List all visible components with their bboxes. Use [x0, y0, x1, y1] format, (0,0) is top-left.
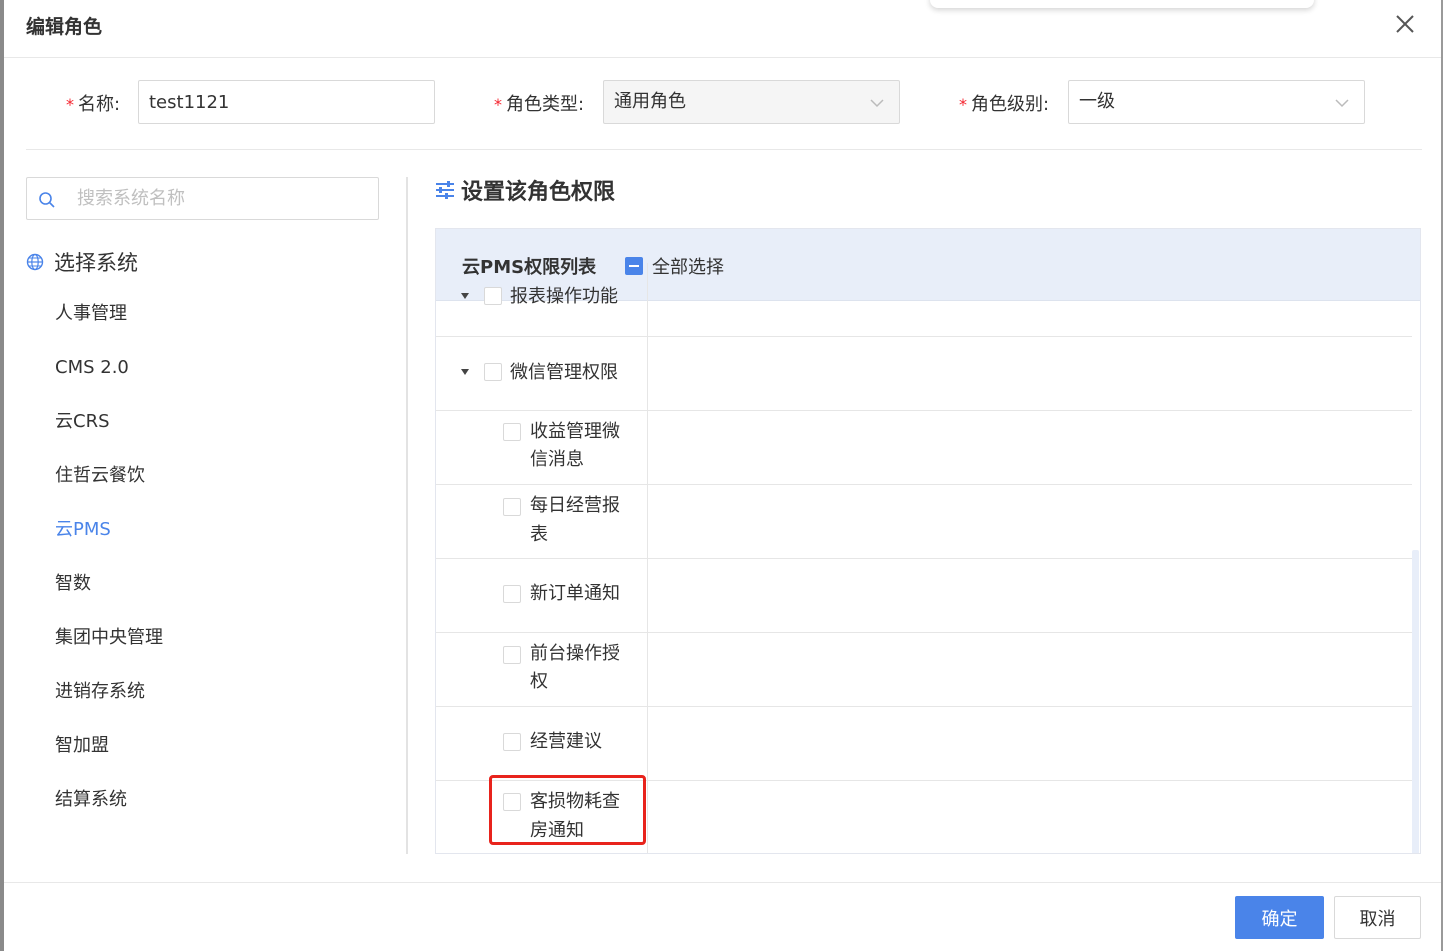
permission-label-cont: 信消息 — [530, 449, 584, 470]
permission-label: 经营建议 — [530, 731, 602, 752]
caret-down-icon[interactable] — [461, 369, 469, 375]
system-list: 人事管理 CMS 2.0 云CRS 住哲云餐饮 云PMS 智数 集团中央管理 进… — [55, 301, 163, 841]
system-item-settlement[interactable]: 结算系统 — [55, 787, 163, 841]
system-search-input[interactable] — [77, 178, 367, 219]
permission-panel: 设置该角色权限 云PMS权限列表 全部选择 报表操作功能 微信管理权限 收益管理… — [435, 170, 1421, 860]
required-mark: * — [959, 95, 967, 114]
role-type-select[interactable]: 通用角色 — [603, 80, 900, 124]
required-mark: * — [66, 95, 74, 114]
role-type-label: * 角色类型: — [494, 94, 585, 115]
system-item-pms[interactable]: 云PMS — [55, 517, 163, 571]
backdrop-edge-left — [0, 0, 4, 951]
permission-label: 收益管理微 — [530, 421, 620, 442]
table-row: 收益管理微 信消息 — [436, 411, 1412, 485]
system-item-catering[interactable]: 住哲云餐饮 — [55, 463, 163, 517]
system-item-zhishu[interactable]: 智数 — [55, 571, 163, 625]
permission-label-cont: 表 — [530, 524, 548, 545]
form-divider — [26, 149, 1422, 150]
dialog-header: 编辑角色 — [4, 0, 1441, 58]
required-mark: * — [494, 95, 502, 114]
panel-divider — [406, 177, 408, 854]
globe-icon — [26, 253, 44, 271]
cancel-button[interactable]: 取消 — [1334, 896, 1421, 939]
permission-label-cont: 权 — [530, 671, 548, 692]
edit-role-dialog: 编辑角色 *名称: *角色类型: 通用角色 *角色级别: 一级 — [0, 0, 1443, 951]
close-icon — [1396, 15, 1414, 33]
table-row: 经营建议 — [436, 707, 1412, 781]
table-row: 每日经营报 表 — [436, 485, 1412, 559]
checkbox[interactable] — [503, 585, 521, 603]
chevron-down-icon — [1335, 99, 1349, 108]
checkbox[interactable] — [503, 646, 521, 664]
permission-group-label: 微信管理权限 — [510, 362, 618, 383]
system-heading: 选择系统 — [26, 249, 138, 275]
sliders-icon — [436, 181, 454, 199]
system-item-group-central[interactable]: 集团中央管理 — [55, 625, 163, 679]
permission-label: 新订单通知 — [530, 583, 620, 604]
role-type-value: 通用角色 — [614, 91, 686, 112]
close-button[interactable] — [1393, 12, 1417, 36]
table-row: 微信管理权限 — [436, 337, 1412, 411]
system-item-hr[interactable]: 人事管理 — [55, 301, 163, 355]
permission-title-label: 设置该角色权限 — [461, 180, 616, 205]
name-input[interactable] — [138, 80, 435, 124]
system-sidebar: 选择系统 人事管理 CMS 2.0 云CRS 住哲云餐饮 云PMS 智数 集团中… — [26, 177, 379, 857]
search-icon — [39, 192, 55, 208]
permission-label-cont: 房通知 — [530, 820, 584, 841]
table-row: 新订单通知 — [436, 559, 1412, 633]
confirm-button[interactable]: 确定 — [1235, 896, 1324, 939]
role-form: *名称: *角色类型: 通用角色 *角色级别: 一级 — [0, 80, 1443, 124]
name-label: * 名称: — [66, 94, 121, 115]
system-item-crs[interactable]: 云CRS — [55, 409, 163, 463]
permission-table: 云PMS权限列表 全部选择 报表操作功能 微信管理权限 收益管理微 信消息 每日… — [435, 228, 1421, 854]
permission-label: 客损物耗查 — [530, 791, 620, 812]
permission-title: 设置该角色权限 — [435, 175, 615, 205]
table-row: 报表操作功能 — [436, 263, 1412, 337]
permission-label: 报表操作功能 — [510, 286, 618, 307]
scrollbar-thumb[interactable] — [1412, 550, 1419, 853]
role-level-label: * 角色级别: — [959, 94, 1050, 115]
checkbox[interactable] — [503, 423, 521, 441]
system-item-franchise[interactable]: 智加盟 — [55, 733, 163, 787]
chevron-down-icon — [870, 99, 884, 108]
table-scrollbar[interactable] — [1412, 301, 1420, 853]
table-row: 客损物耗查 房通知 — [436, 781, 1412, 853]
system-item-cms[interactable]: CMS 2.0 — [55, 355, 163, 409]
system-search — [26, 177, 379, 220]
system-item-inventory[interactable]: 进销存系统 — [55, 679, 163, 733]
system-heading-label: 选择系统 — [54, 251, 138, 275]
permission-label: 前台操作授 — [530, 643, 620, 664]
checkbox[interactable] — [484, 287, 502, 305]
role-level-select[interactable]: 一级 — [1068, 80, 1365, 124]
dialog-title: 编辑角色 — [26, 16, 103, 38]
table-row: 前台操作授 权 — [436, 633, 1412, 707]
checkbox[interactable] — [503, 498, 521, 516]
footer-divider — [4, 882, 1441, 883]
role-level-value: 一级 — [1079, 91, 1115, 112]
checkbox[interactable] — [503, 733, 521, 751]
checkbox[interactable] — [484, 363, 502, 381]
permission-label: 每日经营报 — [530, 495, 620, 516]
caret-down-icon[interactable] — [461, 293, 469, 299]
checkbox[interactable] — [503, 793, 521, 811]
